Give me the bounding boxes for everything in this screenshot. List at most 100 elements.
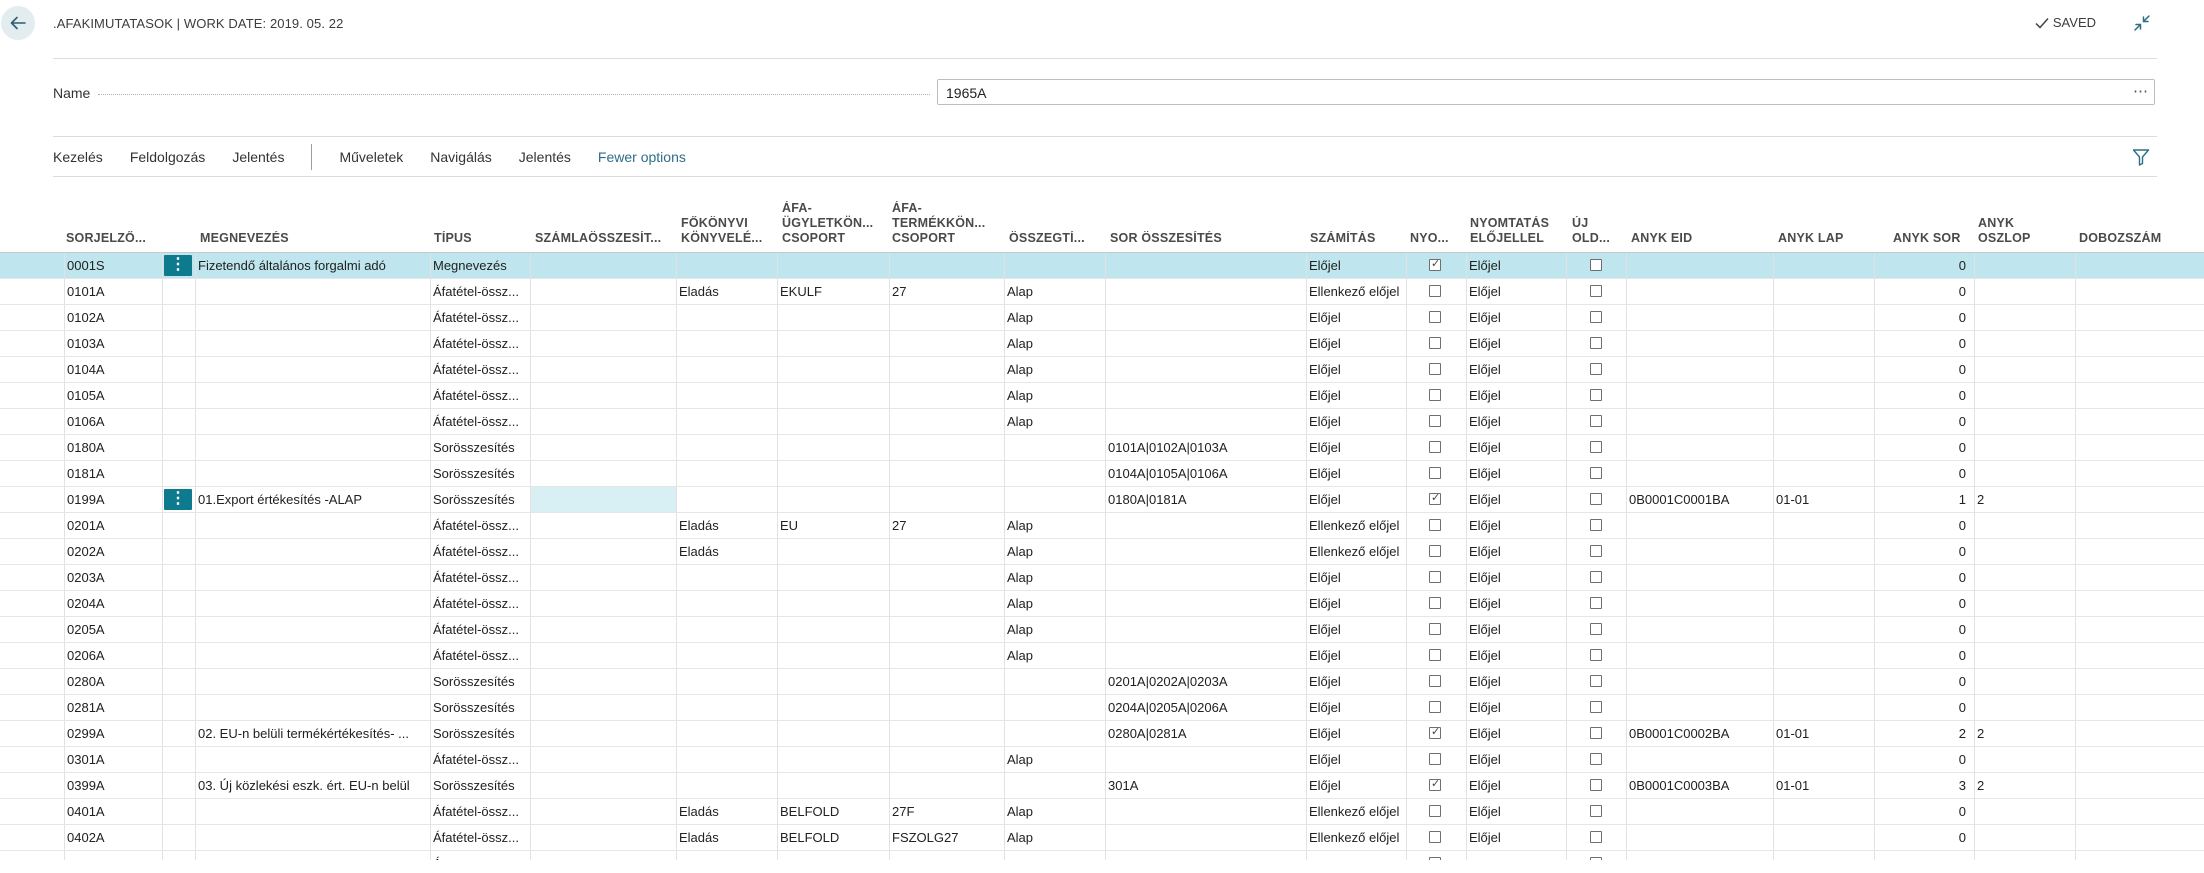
cell-afa-ugylet[interactable] [777, 695, 889, 720]
more-options-icon[interactable]: ⋯ [2133, 82, 2148, 100]
cell-osszegtip[interactable] [1004, 435, 1105, 460]
cell-sor-ossz[interactable]: 0201A|0202A|0203A [1105, 669, 1306, 694]
cell-anyk-oszlop[interactable] [1974, 643, 2075, 668]
cell-osszegtip[interactable]: Alap [1004, 383, 1105, 408]
cell-osszegtip[interactable]: Alap [1004, 279, 1105, 304]
cell-sor-ossz[interactable] [1105, 825, 1306, 850]
cell-anyk-lap[interactable] [1773, 279, 1874, 304]
cell-anyk-lap[interactable] [1773, 357, 1874, 382]
cell-fokonyv[interactable] [676, 253, 777, 278]
cell-fokonyv[interactable] [676, 409, 777, 434]
cell-anyk-lap[interactable] [1773, 799, 1874, 824]
cell-nyomtatas[interactable]: Előjel [1466, 461, 1566, 486]
cell-szamla[interactable] [530, 305, 676, 330]
cell-szamla[interactable] [530, 851, 676, 860]
cell-anyk-eid[interactable]: 0B0001C0003BA [1626, 773, 1773, 798]
cell-anyk-sor[interactable]: 0 [1874, 383, 1974, 408]
cell-megnevezes[interactable] [195, 409, 430, 434]
cell-tipus[interactable]: Sorösszesítés [430, 435, 530, 460]
checkbox-nyo[interactable] [1429, 257, 1441, 271]
cell-tipus[interactable]: Á [430, 851, 530, 860]
cell-megnevezes[interactable] [195, 513, 430, 538]
row-menu-icon[interactable]: ⋮ [164, 255, 192, 276]
checkbox-nyo[interactable] [1429, 545, 1441, 557]
cell-megnevezes[interactable] [195, 695, 430, 720]
cell-szamitas[interactable]: Előjel [1306, 331, 1406, 356]
cell-szamla[interactable] [530, 695, 676, 720]
checkbox-nyo[interactable] [1429, 649, 1441, 661]
cell-anyk-eid[interactable] [1626, 383, 1773, 408]
cell-dobozszam[interactable] [2075, 825, 2204, 850]
cell-dobozszam[interactable] [2075, 591, 2204, 616]
cell-osszegtip[interactable] [1004, 461, 1105, 486]
cell-anyk-sor[interactable]: 0 [1874, 305, 1974, 330]
cell-fokonyv[interactable]: Eladás [676, 279, 777, 304]
cell-afa-ugylet[interactable] [777, 617, 889, 642]
cell-anyk-eid[interactable] [1626, 305, 1773, 330]
table-row[interactable]: 0280A Sorösszesítés 0201A|0202A|0203A Elője… [0, 669, 2204, 695]
column-header-afa-ugylet[interactable]: ÁFA- ÜGYLETKÖN... CSOPORT [782, 201, 873, 246]
row-menu-icon[interactable]: ⋮ [164, 489, 192, 510]
cell-afa-ugylet[interactable] [777, 851, 889, 860]
cell-szamla[interactable] [530, 565, 676, 590]
table-row[interactable]: 0001S Fizetendő általános forgalmi adó Meg… [0, 253, 2204, 279]
cell-szamla[interactable] [530, 461, 676, 486]
cell-tipus[interactable]: Áfatétel-össz... [430, 279, 530, 304]
cell-sor-ossz[interactable] [1105, 305, 1306, 330]
cell-afa-ugylet[interactable]: BELFOLD [777, 799, 889, 824]
cell-fokonyv[interactable] [676, 331, 777, 356]
checkbox-uj-old[interactable] [1590, 597, 1602, 609]
cell-anyk-oszlop[interactable] [1974, 357, 2075, 382]
name-input[interactable]: 1965A ⋯ [937, 79, 2155, 105]
column-header-anyk-lap[interactable]: ANYK LAP [1778, 231, 1844, 246]
cell-sorjelzo[interactable]: 0402A [64, 825, 162, 850]
cell-anyk-sor[interactable]: 0 [1874, 435, 1974, 460]
cell-dobozszam[interactable] [2075, 409, 2204, 434]
cell-anyk-sor[interactable]: 0 [1874, 331, 1974, 356]
cell-sorjelzo[interactable]: 0201A [64, 513, 162, 538]
cell-anyk-lap[interactable] [1773, 305, 1874, 330]
cell-anyk-oszlop[interactable] [1974, 383, 2075, 408]
table-row[interactable]: 0204A Áfatétel-össz... Alap Előjel Előjel 0 [0, 591, 2204, 617]
cell-sorjelzo[interactable]: 0103A [64, 331, 162, 356]
cell-anyk-lap[interactable] [1773, 435, 1874, 460]
cell-fokonyv[interactable] [676, 487, 777, 512]
table-row[interactable]: 0399A 03. Új közlekési eszk. ért. EU-n be… [0, 773, 2204, 799]
cell-nyomtatas[interactable]: Előjel [1466, 591, 1566, 616]
checkbox-nyo[interactable] [1429, 337, 1441, 349]
cell-afa-termek[interactable] [889, 487, 1004, 512]
cell-anyk-lap[interactable]: 01-01 [1773, 721, 1874, 746]
cell-afa-termek[interactable] [889, 409, 1004, 434]
cell-megnevezes[interactable]: Fizetendő általános forgalmi adó [195, 253, 430, 278]
cell-anyk-sor[interactable]: 0 [1874, 695, 1974, 720]
cell-osszegtip[interactable]: Alap [1004, 409, 1105, 434]
action-muveletek[interactable]: Műveletek [339, 149, 403, 165]
checkbox-uj-old[interactable] [1590, 831, 1602, 843]
cell-sorjelzo[interactable]: 0203A [64, 565, 162, 590]
cell-nyomtatas[interactable]: Előjel [1466, 747, 1566, 772]
cell-anyk-lap[interactable] [1773, 409, 1874, 434]
cell-fokonyv[interactable] [676, 383, 777, 408]
cell-szamla[interactable] [530, 253, 676, 278]
cell-anyk-lap[interactable] [1773, 591, 1874, 616]
cell-sor-ossz[interactable]: 301A [1105, 773, 1306, 798]
cell-afa-ugylet[interactable] [777, 747, 889, 772]
cell-megnevezes[interactable] [195, 747, 430, 772]
cell-szamitas[interactable]: Ellenkező előjel [1306, 825, 1406, 850]
cell-szamitas[interactable]: Előjel [1306, 253, 1406, 278]
column-header-szamla[interactable]: SZÁMLAÖSSZESÍT... [535, 231, 661, 246]
cell-szamitas[interactable]: Előjel [1306, 357, 1406, 382]
cell-megnevezes[interactable] [195, 591, 430, 616]
collapse-icon[interactable] [2132, 13, 2152, 33]
cell-afa-ugylet[interactable] [777, 773, 889, 798]
cell-anyk-lap[interactable]: 01-01 [1773, 487, 1874, 512]
cell-afa-ugylet[interactable] [777, 643, 889, 668]
cell-anyk-eid[interactable] [1626, 279, 1773, 304]
cell-sor-ossz[interactable]: 0104A|0105A|0106A [1105, 461, 1306, 486]
cell-szamitas[interactable]: Ellenkező előjel [1306, 539, 1406, 564]
cell-afa-ugylet[interactable] [777, 409, 889, 434]
cell-szamla[interactable] [530, 279, 676, 304]
cell-anyk-sor[interactable]: 0 [1874, 409, 1974, 434]
cell-megnevezes[interactable] [195, 565, 430, 590]
cell-tipus[interactable]: Áfatétel-össz... [430, 591, 530, 616]
